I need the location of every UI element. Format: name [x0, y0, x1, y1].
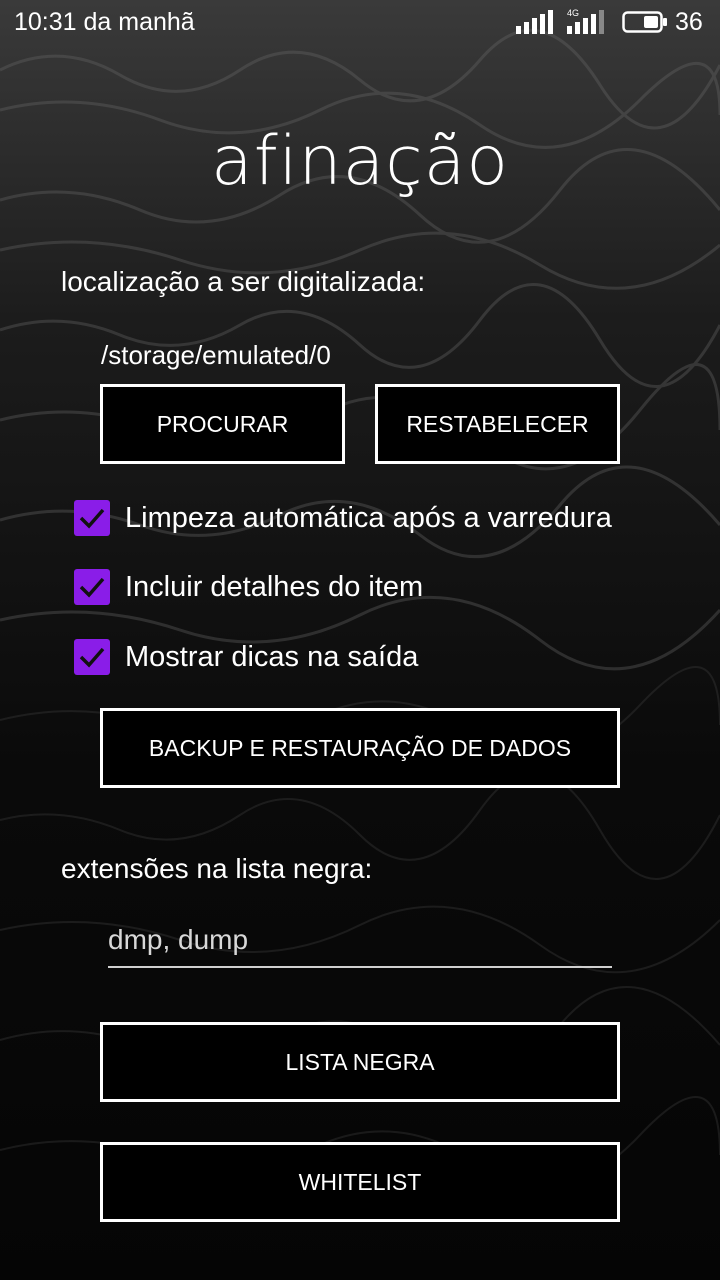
backup-restore-button[interactable]: BACKUP E RESTAURAÇÃO DE DADOS: [100, 708, 620, 788]
battery-icon: [622, 11, 667, 33]
battery-level: 36: [675, 8, 703, 36]
blacklist-label: extensões na lista negra:: [61, 853, 373, 884]
checkbox-item-details[interactable]: [74, 569, 110, 605]
network-label: 4G: [567, 8, 579, 18]
reset-button[interactable]: RESTABELECER: [375, 384, 620, 464]
blacklist-button[interactable]: LISTA NEGRA: [100, 1022, 620, 1102]
checkbox-auto-clean[interactable]: [74, 500, 110, 536]
blacklist-extensions-value: dmp, dump: [108, 924, 249, 955]
signal-icon: [516, 10, 553, 34]
option-label: Incluir detalhes do item: [125, 570, 424, 603]
scan-path: /storage/emulated/0: [101, 340, 331, 370]
option-exit-tips[interactable]: Mostrar dicas na saída: [74, 637, 418, 677]
status-time: 10:31 da manhã: [14, 8, 195, 36]
signal-4g-icon: 4G: [567, 8, 604, 34]
scan-location-label: localização a ser digitalizada:: [61, 266, 426, 297]
blacklist-extensions-input[interactable]: dmp, dump: [108, 922, 612, 968]
page-title: afinação: [211, 122, 509, 201]
option-label: Mostrar dicas na saída: [125, 640, 419, 673]
check-icon: [79, 577, 105, 598]
option-label: Limpeza automática após a varredura: [125, 501, 612, 534]
check-icon: [79, 647, 105, 668]
checkbox-exit-tips[interactable]: [74, 639, 110, 675]
option-auto-clean[interactable]: Limpeza automática após a varredura: [74, 498, 612, 538]
check-icon: [79, 508, 105, 529]
whitelist-button[interactable]: WHITELIST: [100, 1142, 620, 1222]
browse-button[interactable]: PROCURAR: [100, 384, 345, 464]
option-item-details[interactable]: Incluir detalhes do item: [74, 567, 423, 607]
status-bar: 10:31 da manhã 4G 36: [0, 0, 720, 46]
